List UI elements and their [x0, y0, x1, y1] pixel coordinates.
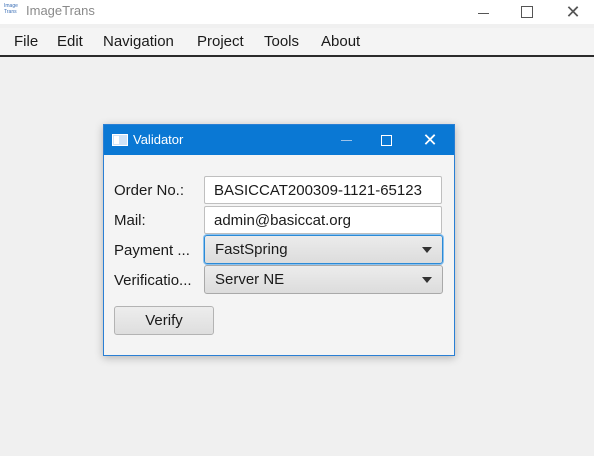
maximize-icon: [380, 134, 392, 146]
close-button[interactable]: ✕: [550, 0, 594, 24]
menu-file[interactable]: File: [14, 33, 38, 50]
minimize-icon: [477, 12, 489, 14]
verification-label: Verificatio...: [114, 272, 192, 289]
chevron-down-icon: [422, 277, 432, 283]
verification-select[interactable]: Server NE: [204, 265, 443, 294]
dialog-close-button[interactable]: ✕: [410, 125, 450, 155]
verification-select-value: Server NE: [215, 271, 285, 288]
minimize-icon: [340, 139, 352, 141]
close-icon: ✕: [422, 130, 438, 150]
close-icon: ✕: [565, 2, 581, 22]
validator-dialog: Validator ✕ Order No.: Mail: Payment ...…: [103, 124, 455, 356]
mail-label: Mail:: [114, 212, 146, 229]
verify-button[interactable]: Verify: [114, 306, 214, 335]
app-titlebar: Image Trans ImageTrans ✕: [0, 0, 594, 24]
payment-select-value: FastSpring: [215, 241, 288, 258]
menu-edit[interactable]: Edit: [57, 33, 83, 50]
menu-project[interactable]: Project: [197, 33, 244, 50]
order-no-field[interactable]: [204, 176, 442, 204]
dialog-titlebar[interactable]: Validator ✕: [104, 125, 454, 155]
menu-about[interactable]: About: [321, 33, 360, 50]
menu-tools[interactable]: Tools: [264, 33, 299, 50]
payment-select[interactable]: FastSpring: [204, 235, 443, 264]
mail-field[interactable]: [204, 206, 442, 234]
window-icon: [112, 134, 128, 146]
order-no-label: Order No.:: [114, 182, 185, 199]
payment-label: Payment ...: [114, 242, 190, 259]
maximize-icon: [521, 6, 533, 18]
menu-bar: File Edit Navigation Project Tools About: [0, 28, 594, 57]
dialog-minimize-button[interactable]: [326, 125, 366, 155]
dialog-maximize-button[interactable]: [366, 125, 406, 155]
dialog-title: Validator: [133, 132, 184, 147]
menu-navigation[interactable]: Navigation: [103, 33, 174, 50]
maximize-button[interactable]: [504, 0, 550, 24]
minimize-button[interactable]: [460, 0, 506, 24]
chevron-down-icon: [422, 247, 432, 253]
app-title: ImageTrans: [26, 3, 95, 18]
imagetrans-app-icon: Image Trans: [4, 3, 18, 15]
